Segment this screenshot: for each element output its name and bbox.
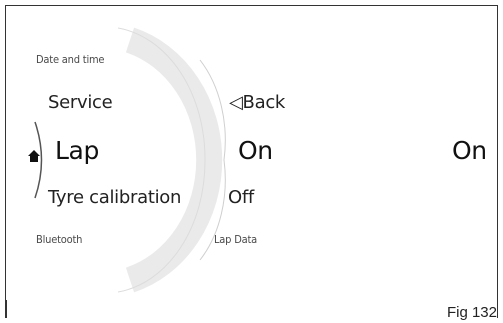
menu-item-tyre-calibration[interactable]: Tyre calibration	[48, 187, 181, 208]
option-on[interactable]: On	[238, 136, 273, 165]
lap-data-label: Lap Data	[214, 233, 258, 246]
menu-item-date-and-time[interactable]: Date and time	[36, 53, 105, 66]
back-button[interactable]: ◁Back	[229, 92, 285, 113]
current-value: On	[452, 136, 487, 165]
figure-caption: Fig 132	[446, 304, 497, 321]
menu-item-service[interactable]: Service	[48, 92, 113, 113]
menu-item-bluetooth[interactable]: Bluetooth	[36, 233, 82, 246]
outer-wheel-shade	[125, 27, 223, 293]
home-icon	[28, 150, 40, 162]
option-off[interactable]: Off	[228, 187, 254, 208]
menu-item-lap[interactable]: Lap	[55, 136, 99, 165]
